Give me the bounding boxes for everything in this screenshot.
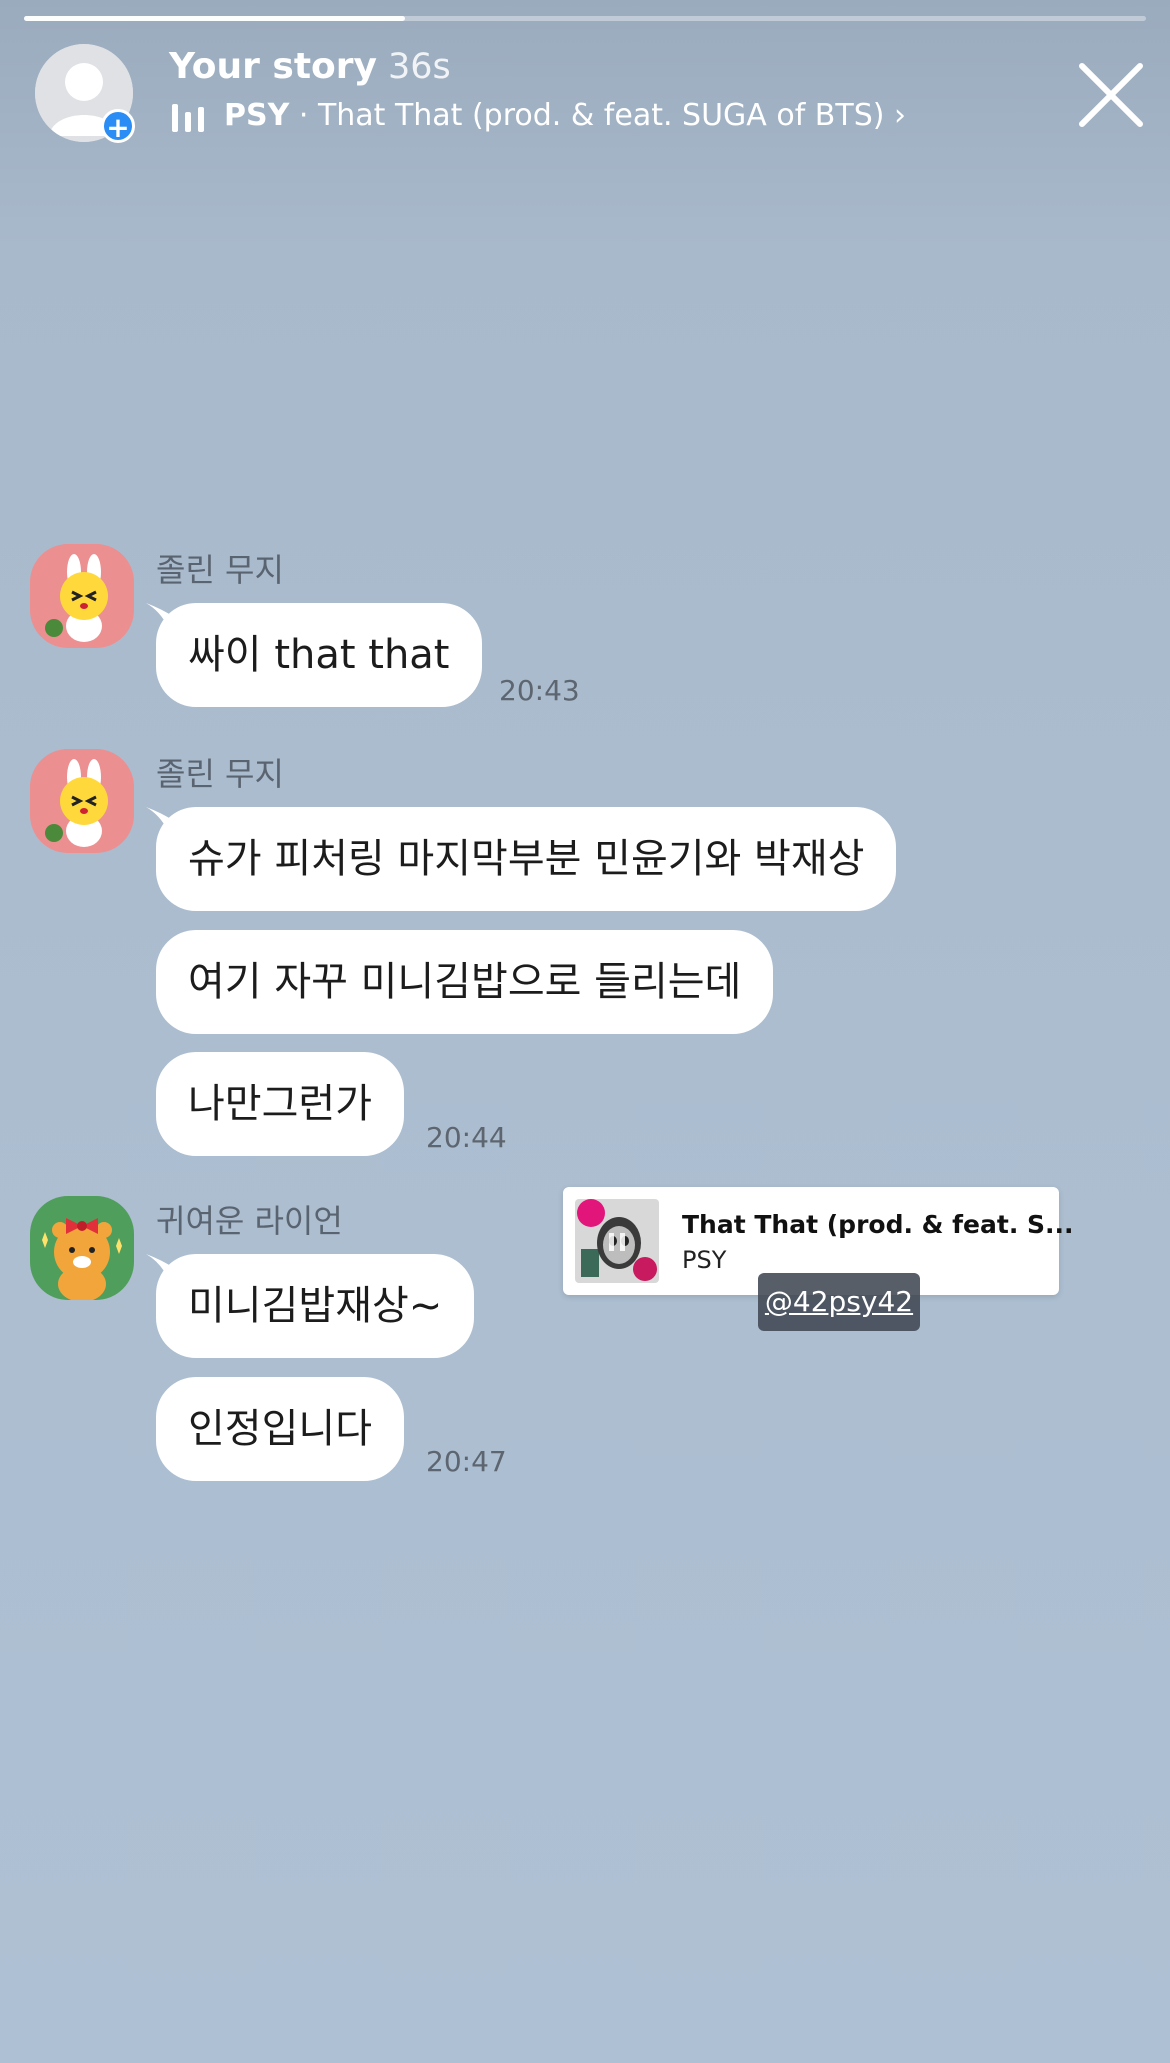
- message-bubble[interactable]: 슈가 피처링 마지막부분 민윤기와 박재상: [156, 807, 897, 911]
- music-bars-icon: [172, 104, 204, 132]
- sticker-track-title: That That (prod. & feat. S...: [682, 1210, 1074, 1239]
- message-time: 20:43: [499, 674, 580, 707]
- sender-name: 졸린 무지: [156, 755, 284, 793]
- muzi-avatar[interactable]: [30, 749, 134, 853]
- message-bubble[interactable]: 미니김밥재상~: [156, 1254, 475, 1358]
- story-progress-bar: [24, 16, 1146, 21]
- mention-sticker[interactable]: @42psy42: [758, 1273, 920, 1331]
- chevron-right-icon: ›: [894, 98, 906, 133]
- music-artist: PSY: [224, 98, 290, 133]
- message-bubble[interactable]: 나만그런가: [156, 1052, 404, 1156]
- muzi-avatar[interactable]: [30, 544, 134, 648]
- album-cover: [575, 1199, 659, 1283]
- story-elapsed-time: 36s: [388, 47, 451, 87]
- message-bubble[interactable]: 여기 자꾸 미니김밥으로 들리는데: [156, 930, 774, 1034]
- story-progress-fill: [24, 16, 406, 21]
- sender-name: 귀여운 라이언: [156, 1202, 343, 1240]
- add-story-badge-icon[interactable]: +: [101, 109, 135, 144]
- close-icon[interactable]: [1076, 60, 1146, 130]
- sticker-artist: PSY: [682, 1246, 727, 1274]
- story-title[interactable]: Your story: [169, 46, 377, 87]
- message-bubble[interactable]: 인정입니다: [156, 1377, 404, 1481]
- message-bubble[interactable]: 싸이 that that: [156, 603, 482, 707]
- music-track: That That (prod. & feat. SUGA of BTS): [317, 98, 885, 133]
- ryan-avatar[interactable]: [30, 1196, 134, 1300]
- sender-name: 졸린 무지: [156, 551, 284, 589]
- message-time: 20:47: [426, 1445, 507, 1478]
- story-music-link[interactable]: PSY · That That (prod. & feat. SUGA of B…: [224, 98, 906, 133]
- music-separator: ·: [289, 98, 318, 133]
- message-time: 20:44: [426, 1121, 507, 1154]
